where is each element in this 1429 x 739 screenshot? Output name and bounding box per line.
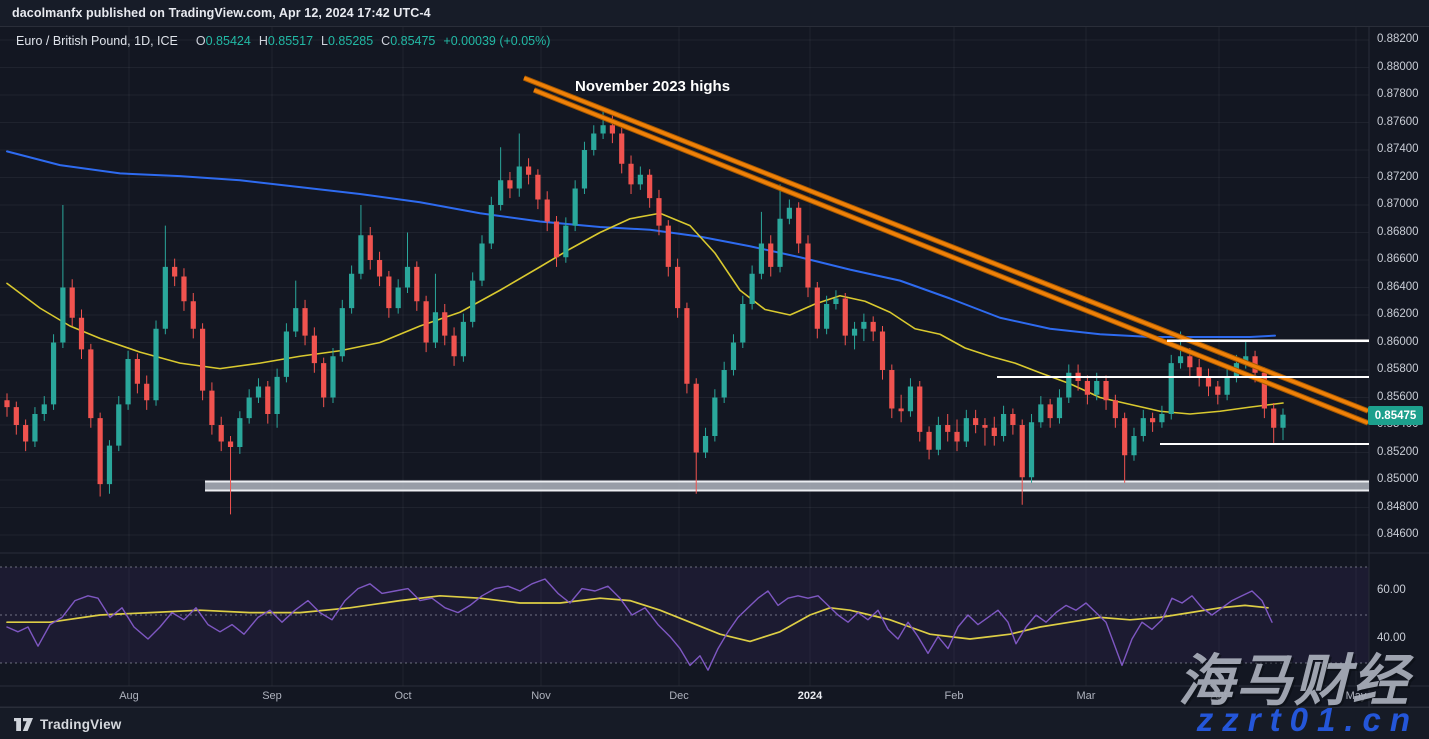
time-tick-label: Feb xyxy=(924,690,984,702)
price-tick-label: 0.87600 xyxy=(1377,116,1425,128)
attribution-bar: dacolmanfx published on TradingView.com,… xyxy=(0,0,1429,27)
price-tick-label: 0.88000 xyxy=(1377,61,1425,73)
time-tick-label: Aug xyxy=(99,690,159,702)
high-label: H xyxy=(259,34,268,48)
low-label: L xyxy=(321,34,328,48)
price-tick-label: 0.84800 xyxy=(1377,501,1425,513)
price-tick-label: 0.86600 xyxy=(1377,253,1425,265)
price-tick-label: 0.88200 xyxy=(1377,33,1425,45)
time-tick-label: Oct xyxy=(373,690,433,702)
time-tick-label: Dec xyxy=(649,690,709,702)
close-value: 0.85475 xyxy=(390,34,435,48)
price-tick-label: 0.86400 xyxy=(1377,281,1425,293)
price-tick-label: 0.85000 xyxy=(1377,473,1425,485)
low-value: 0.85285 xyxy=(328,34,373,48)
symbol-title[interactable]: Euro / British Pound, 1D, ICE xyxy=(16,34,178,48)
open-label: O xyxy=(196,34,206,48)
price-tick-label: 0.85600 xyxy=(1377,391,1425,403)
price-tick-label: 0.84600 xyxy=(1377,528,1425,540)
price-tick-label: 0.87000 xyxy=(1377,198,1425,210)
price-tick-label: 0.85200 xyxy=(1377,446,1425,458)
last-price-badge: 0.85475 xyxy=(1368,406,1423,425)
price-tick-label: 0.87200 xyxy=(1377,171,1425,183)
chart-canvas[interactable] xyxy=(0,0,1429,739)
attribution-text: dacolmanfx published on TradingView.com,… xyxy=(12,6,431,20)
price-tick-label: 0.87800 xyxy=(1377,88,1425,100)
price-tick-label: 0.87400 xyxy=(1377,143,1425,155)
tradingview-chart-screenshot: dacolmanfx published on TradingView.com,… xyxy=(0,0,1429,739)
change-value: +0.00039 (+0.05%) xyxy=(443,34,550,48)
time-tick-label: Mar xyxy=(1056,690,1116,702)
symbol-legend[interactable]: Euro / British Pound, 1D, ICEO0.85424H0.… xyxy=(16,34,550,48)
close-label: C xyxy=(381,34,390,48)
last-price-value: 0.85475 xyxy=(1375,410,1417,422)
price-tick-label: 0.86800 xyxy=(1377,226,1425,238)
trendline-annotation[interactable]: November 2023 highs xyxy=(575,78,730,95)
price-tick-label: 0.86200 xyxy=(1377,308,1425,320)
price-tick-label: 0.85800 xyxy=(1377,363,1425,375)
time-tick-label: 2024 xyxy=(780,690,840,702)
price-tick-label: 0.86000 xyxy=(1377,336,1425,348)
tradingview-brand-text[interactable]: TradingView xyxy=(40,717,121,732)
time-tick-label: Nov xyxy=(511,690,571,702)
url-watermark: zzrt01.cn xyxy=(1197,701,1419,739)
open-value: 0.85424 xyxy=(206,34,251,48)
rsi-tick-label: 60.00 xyxy=(1377,584,1425,596)
time-tick-label: Sep xyxy=(242,690,302,702)
tradingview-logo-icon[interactable] xyxy=(14,717,33,732)
high-value: 0.85517 xyxy=(268,34,313,48)
